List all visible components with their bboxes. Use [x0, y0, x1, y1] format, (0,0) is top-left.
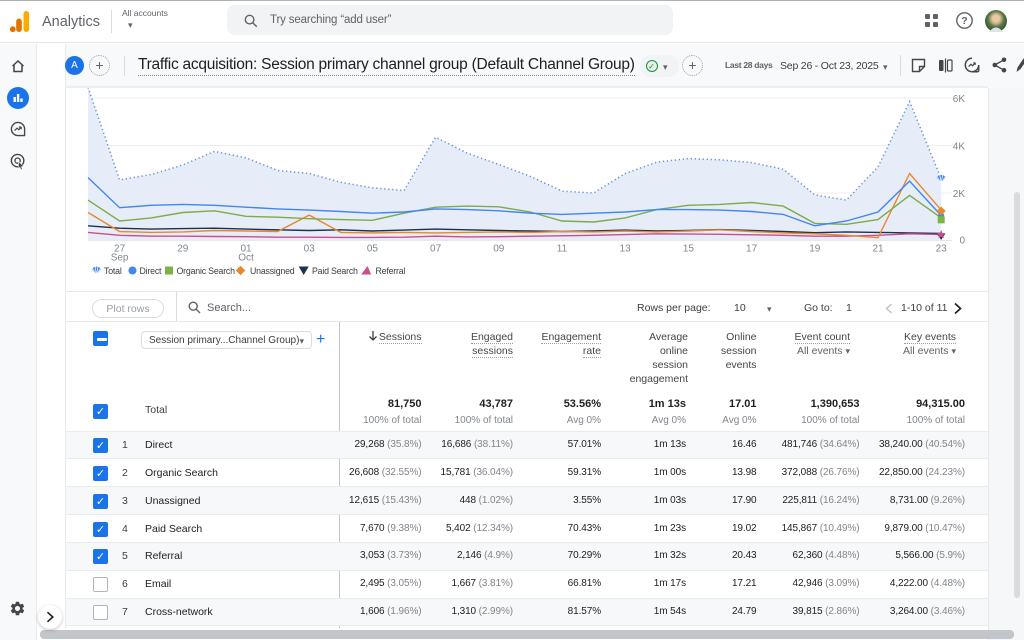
svg-text:23: 23: [936, 244, 948, 255]
svg-text:Paid Search: Paid Search: [312, 266, 358, 276]
svg-text:2K: 2K: [953, 189, 966, 200]
svg-text:Oct: Oct: [238, 253, 254, 264]
svg-text:Referral: Referral: [376, 266, 406, 276]
svg-text:11: 11: [557, 244, 568, 255]
svg-text:4K: 4K: [953, 142, 966, 153]
svg-text:Organic Search: Organic Search: [177, 266, 236, 276]
svg-text:03: 03: [304, 244, 316, 255]
svg-text:?: ?: [961, 15, 967, 27]
svg-text:13: 13: [620, 244, 632, 255]
svg-text:Direct: Direct: [140, 266, 163, 276]
svg-text:0: 0: [959, 236, 965, 247]
svg-text:09: 09: [493, 244, 505, 255]
svg-text:Unassigned: Unassigned: [250, 266, 295, 276]
svg-text:17: 17: [746, 244, 758, 255]
svg-text:29: 29: [177, 244, 189, 255]
svg-text:15: 15: [683, 244, 695, 255]
svg-text:05: 05: [367, 244, 379, 255]
svg-text:07: 07: [430, 244, 442, 255]
svg-text:21: 21: [872, 244, 884, 255]
svg-text:Sep: Sep: [111, 253, 129, 264]
svg-text:19: 19: [809, 244, 821, 255]
svg-text:6K: 6K: [953, 94, 966, 105]
svg-text:Total: Total: [104, 266, 122, 276]
